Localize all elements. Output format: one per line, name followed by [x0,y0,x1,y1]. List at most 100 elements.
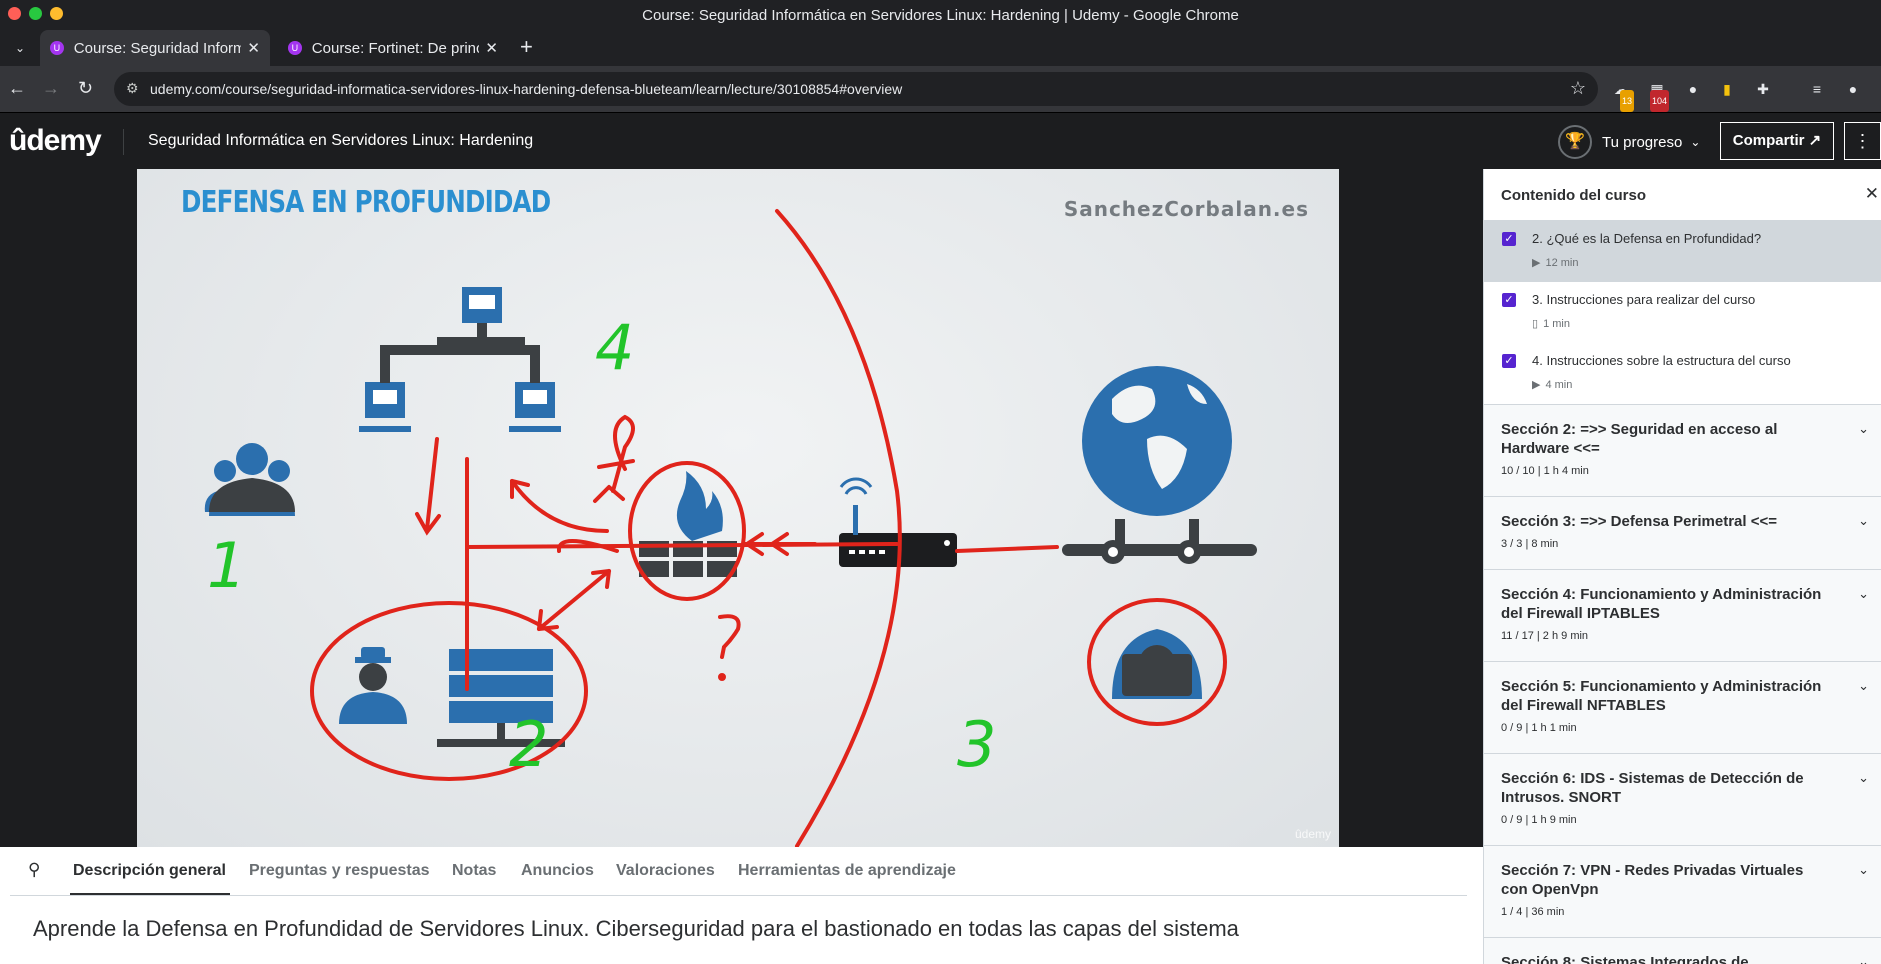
close-tab-icon[interactable]: ✕ [247,39,260,57]
tab-overview[interactable]: Descripción general [73,862,226,880]
back-icon[interactable]: ← [8,78,26,99]
checkbox-checked[interactable]: ✓ [1502,293,1516,307]
site-info-icon[interactable]: ⚙ [126,80,139,97]
search-icon[interactable]: ⚲ [28,860,40,880]
chevron-down-icon: ⌄ [1858,421,1869,436]
extension-colors-icon[interactable]: ● [1682,78,1704,100]
share-label: Compartir [1732,132,1805,149]
checkbox-checked[interactable]: ✓ [1502,232,1516,246]
extensions-puzzle-icon[interactable]: ✚ [1752,78,1774,100]
chevron-down-icon: ⌄ [1858,770,1869,785]
udemy-logo[interactable]: ûdemy [9,124,102,158]
section-item[interactable]: Sección 5: Funcionamiento y Administraci… [1484,661,1881,753]
extension-cloud-icon[interactable]: ☁ 13 [1610,78,1635,112]
close-tab-icon[interactable]: ✕ [485,39,498,57]
tab-notes[interactable]: Notas [452,862,496,880]
extension-note-icon[interactable]: ▮ [1716,78,1738,100]
share-button[interactable]: Compartir ↗ [1720,122,1834,160]
section-item[interactable]: Sección 8: Sistemas Integrados de ⌄ [1484,937,1881,964]
section-title: Sección 7: VPN - Redes Privadas Virtuale… [1501,862,1804,898]
section-item[interactable]: Sección 7: VPN - Redes Privadas Virtuale… [1484,845,1881,937]
section-title: Sección 5: Funcionamiento y Administraci… [1501,678,1822,714]
lecture-label: 4. Instrucciones sobre la estructura del… [1532,353,1791,368]
tab-announcements[interactable]: Anuncios [521,862,594,880]
lecture-meta: ▶ 12 min [1532,256,1584,269]
more-options-icon[interactable]: ⋮ [1844,122,1881,160]
chevron-down-icon: ⌄ [1858,954,1869,964]
globe-icon [1062,366,1257,564]
section-item[interactable]: Sección 6: IDS - Sistemas de Detección d… [1484,753,1881,845]
file-icon: ▯ [1532,318,1539,330]
url-text[interactable]: udemy.com/course/seguridad-informatica-s… [150,81,902,97]
section-meta: 0 / 9 | 1 h 1 min [1501,722,1577,734]
section-meta: 0 / 9 | 1 h 9 min [1501,814,1577,826]
annotation-2: 2 [509,708,548,781]
udemy-watermark: ûdemy [1294,827,1331,841]
lecture-item[interactable]: ✓ 2. ¿Qué es la Defensa en Profundidad? … [1484,221,1881,282]
checkbox-checked[interactable]: ✓ [1502,354,1516,368]
profile-avatar-icon[interactable]: ● [1842,78,1864,100]
section-title: Sección 8: Sistemas Integrados de [1501,954,1749,964]
new-tab-icon[interactable]: + [520,34,533,60]
section-item[interactable]: Sección 2: =>> Seguridad en acceso al Ha… [1484,404,1881,496]
chevron-down-icon: ⌄ [1858,678,1869,693]
trophy-icon: 🏆 [1558,125,1592,159]
sidebar-header: Contenido del curso ✕ [1484,169,1881,221]
window-titlebar: Course: Seguridad Informática en Servido… [0,0,1881,30]
section-meta: 10 / 10 | 1 h 4 min [1501,465,1589,477]
lecture-slide[interactable]: DEFENSA EN PROFUNDIDAD SanchezCorbalan.e… [137,169,1339,847]
browser-tab-1[interactable]: U Course: Seguridad Informática en Servi… [40,30,270,66]
extension-calendar-icon[interactable]: ▦ 104 [1646,78,1670,112]
video-icon: ▶ [1532,257,1541,269]
lecture-meta: ▯ 1 min [1532,317,1575,330]
lecture-duration: 12 min [1545,257,1579,269]
media-control-icon[interactable]: ≡ [1806,78,1828,100]
tab-learning-tools[interactable]: Herramientas de aprendizaje [738,862,956,880]
section-title: Sección 4: Funcionamiento y Administraci… [1501,586,1822,622]
section-title: Sección 3: =>> Defensa Perimetral <<= [1501,513,1777,530]
progress-dropdown[interactable]: 🏆 Tu progreso ⌄ [1558,125,1700,159]
tab-strip: ⌄ U Course: Seguridad Informática en Ser… [0,30,1881,66]
section-item[interactable]: Sección 4: Funcionamiento y Administraci… [1484,569,1881,661]
lecture-item[interactable]: ✓ 4. Instrucciones sobre la estructura d… [1484,343,1881,404]
chevron-down-icon: ⌄ [1858,513,1869,528]
section-meta: 3 / 3 | 8 min [1501,538,1559,550]
close-icon[interactable]: ✕ [1865,184,1879,204]
hacker-icon [1112,629,1202,699]
udemy-icon: U [288,41,302,55]
firewall-icon [639,471,737,577]
annotation-3: 3 [957,708,996,781]
course-title[interactable]: Seguridad Informática en Servidores Linu… [148,132,533,150]
section-item[interactable]: Sección 3: =>> Defensa Perimetral <<= 3 … [1484,496,1881,569]
section-title: Sección 6: IDS - Sistemas de Detección d… [1501,770,1804,806]
browser-tab-2[interactable]: U Course: Fortinet: De principiante a ex… [278,30,508,66]
section-meta: 11 / 17 | 2 h 9 min [1501,630,1589,642]
forward-icon[interactable]: → [42,78,60,99]
address-bar[interactable]: ⚙ udemy.com/course/seguridad-informatica… [114,72,1598,106]
tab-title: Course: Fortinet: De principiante a expe… [311,39,480,57]
progress-label: Tu progreso [1602,133,1683,151]
chevron-down-icon: ⌄ [1858,586,1869,601]
tab-qa[interactable]: Preguntas y respuestas [249,862,430,880]
lecture-meta: ▶ 4 min [1532,378,1577,391]
lecture-heading: Aprende la Defensa en Profundidad de Ser… [33,916,1239,941]
lecture-label: 3. Instrucciones para realizar del curso [1532,292,1756,307]
video-player[interactable]: DEFENSA EN PROFUNDIDAD SanchezCorbalan.e… [0,169,1483,847]
reload-icon[interactable]: ↻ [78,78,93,99]
annotation-1: 1 [207,529,246,602]
course-content-sidebar: Contenido del curso ✕ ✓ 2. ¿Qué es la De… [1483,169,1881,964]
active-tab-indicator [70,893,230,895]
chevron-down-icon: ⌄ [1690,135,1701,149]
tab-search-chevron-icon[interactable]: ⌄ [8,36,32,60]
lecture-label: 2. ¿Qué es la Defensa en Profundidad? [1532,231,1762,246]
video-icon: ▶ [1532,379,1541,391]
section-meta: 1 / 4 | 36 min [1501,906,1565,918]
lecture-item[interactable]: ✓ 3. Instrucciones para realizar del cur… [1484,282,1881,343]
slide-diagram: 1 2 3 4 [204,209,1257,847]
bookmark-star-icon[interactable]: ☆ [1570,78,1586,99]
tab-reviews[interactable]: Valoraciones [616,862,715,880]
tabs-divider [10,895,1467,896]
extension-badge: 104 [1650,90,1670,112]
section-title: Sección 2: =>> Seguridad en acceso al Ha… [1501,421,1778,457]
extension-badge: 13 [1620,90,1635,112]
